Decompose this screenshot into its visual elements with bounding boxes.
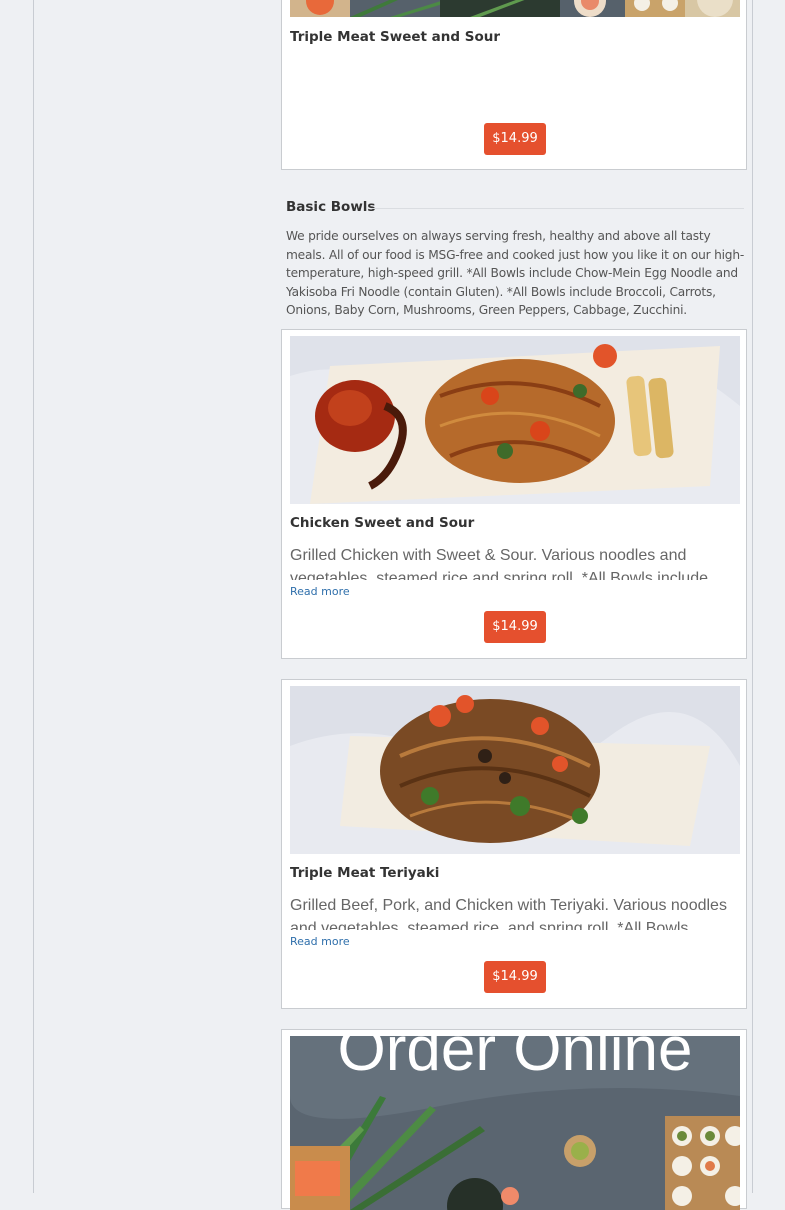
menu-item-description: Grilled Chicken with Sweet & Sour. Vario…: [290, 547, 708, 580]
food-photo: [290, 686, 740, 854]
food-photo: [290, 336, 740, 504]
section-description: We pride ourselves on always serving fre…: [286, 229, 745, 317]
section-divider: [372, 208, 744, 209]
menu-item-title: Triple Meat Teriyaki: [290, 865, 440, 881]
promo-heading: Order Online: [337, 1036, 693, 1084]
price-button[interactable]: $14.99: [484, 961, 546, 993]
price-button[interactable]: $14.99: [484, 611, 546, 643]
food-photo: [290, 0, 740, 17]
menu-item-title: Chicken Sweet and Sour: [290, 515, 475, 531]
section-title: Basic Bowls: [286, 199, 376, 215]
menu-item-card: Triple Meat Teriyaki Grilled Beef, Pork,…: [281, 679, 747, 1009]
read-more-link[interactable]: Read more: [290, 935, 350, 948]
read-more-link[interactable]: Read more: [290, 585, 350, 598]
order-online-banner[interactable]: Order Online: [290, 1036, 740, 1210]
left-sidebar: [0, 0, 34, 1193]
promo-card: Order Online: [281, 1029, 747, 1210]
menu-item-title: Triple Meat Sweet and Sour: [290, 29, 501, 45]
menu-item-card: Chicken Sweet and Sour Grilled Chicken w…: [281, 329, 747, 659]
menu-item-description: Grilled Beef, Pork, and Chicken with Ter…: [290, 897, 727, 930]
menu-item-card: Triple Meat Sweet and Sour $14.99: [281, 0, 747, 170]
price-button[interactable]: $14.99: [484, 123, 546, 155]
